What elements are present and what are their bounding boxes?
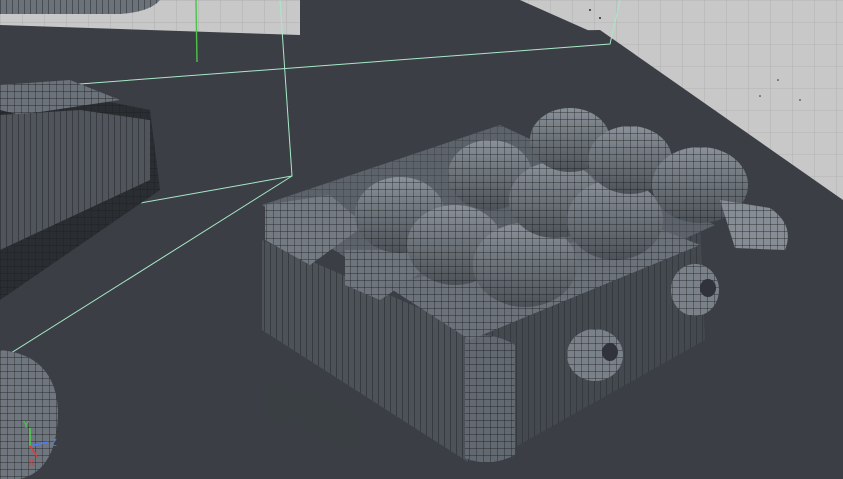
top-mesh-object[interactable] — [0, 0, 160, 14]
gizmo-x-label: X — [28, 458, 35, 468]
world-y-axis-line — [195, 0, 198, 63]
gizmo-z-label: Z — [50, 438, 57, 449]
axis-gizmo: Y Z X — [22, 420, 57, 468]
gizmo-z-axis — [29, 441, 49, 447]
3d-viewport[interactable]: Y Z X — [0, 0, 843, 479]
nozzle-lower-middle[interactable] — [567, 329, 623, 381]
nozzle-lower-right[interactable] — [671, 264, 719, 316]
gizmo-x-axis — [29, 445, 39, 459]
gizmo-y-label: Y — [22, 420, 30, 431]
viewport-scene[interactable] — [0, 0, 843, 479]
